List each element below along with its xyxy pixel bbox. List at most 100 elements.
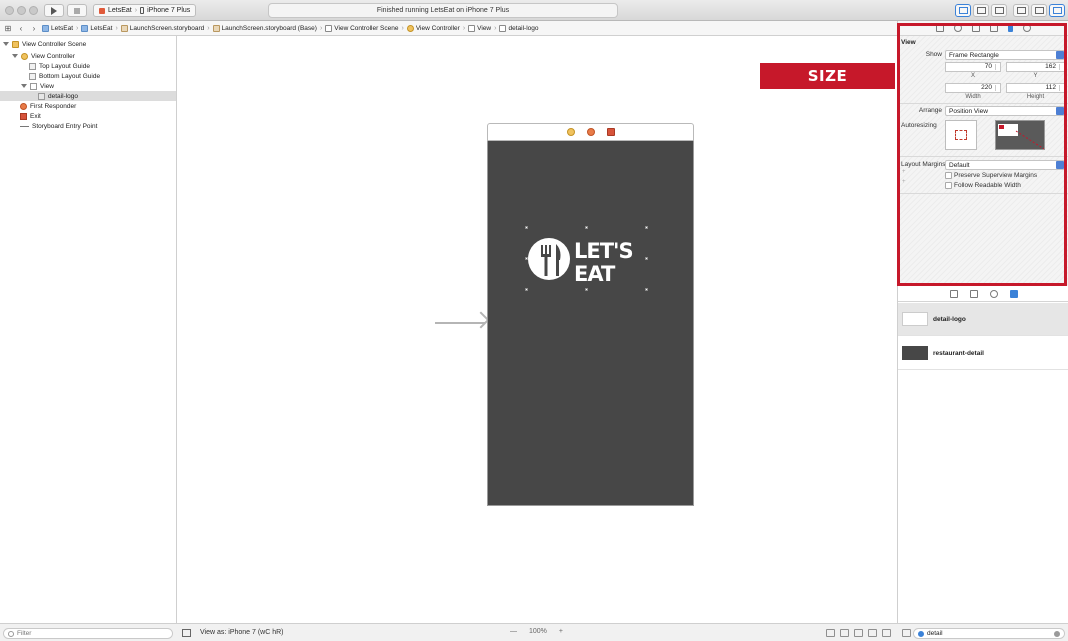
library-filter-input[interactable]	[927, 630, 1051, 637]
toggle-utilities-button[interactable]	[1049, 4, 1065, 17]
related-items-icon[interactable]: ⊞	[3, 24, 13, 33]
stepper-icon[interactable]	[995, 64, 999, 70]
update-frames-icon[interactable]	[826, 629, 835, 637]
clear-icon[interactable]	[1054, 630, 1060, 637]
show-select[interactable]: Frame Rectangle	[945, 50, 1065, 60]
crumb-detail-logo[interactable]: detail-logo	[499, 24, 538, 32]
outline-item-view[interactable]: View	[21, 81, 54, 91]
resize-handle[interactable]	[525, 257, 528, 260]
stack-icon[interactable]	[840, 629, 849, 637]
pin-icon[interactable]	[868, 629, 877, 637]
outline-label: Bottom Layout Guide	[39, 72, 101, 80]
connections-inspector-icon[interactable]	[1023, 24, 1031, 32]
resize-handle[interactable]	[645, 288, 648, 291]
resize-handle[interactable]	[585, 288, 588, 291]
file-template-icon[interactable]	[949, 289, 958, 298]
resize-handle[interactable]	[525, 226, 528, 229]
outline-item-exit[interactable]: Exit	[20, 111, 41, 121]
size-inspector-icon[interactable]	[1008, 24, 1013, 32]
library-filter-field[interactable]	[913, 628, 1065, 639]
crumb-view[interactable]: View	[468, 24, 491, 32]
resize-handle[interactable]	[525, 288, 528, 291]
media-library-icon[interactable]	[1009, 289, 1018, 298]
object-library-icon[interactable]	[989, 289, 998, 298]
back-icon[interactable]: ‹	[16, 24, 26, 33]
crumb-storyboard[interactable]: LaunchScreen.storyboard	[120, 24, 204, 32]
zoom-in-button[interactable]: +	[559, 628, 563, 635]
minimize-window-icon[interactable]	[17, 6, 26, 15]
disclosure-triangle-icon[interactable]	[3, 42, 9, 46]
crumb-group[interactable]: LetsEat	[81, 24, 113, 32]
storyboard-canvas[interactable]: LET'S EAT	[177, 36, 897, 623]
x-field[interactable]: 70	[945, 62, 1001, 72]
attributes-inspector-icon[interactable]	[990, 24, 998, 32]
stepper-icon[interactable]	[1059, 85, 1063, 91]
library-item-restaurant-detail[interactable]: restaurant-detail	[898, 337, 1068, 370]
exit-icon[interactable]	[606, 128, 615, 136]
autoresizing-springs[interactable]	[955, 130, 967, 140]
disclosure-triangle-icon[interactable]	[12, 54, 18, 58]
forward-icon[interactable]: ›	[29, 24, 39, 33]
resize-handle[interactable]	[645, 257, 648, 260]
toggle-debug-button[interactable]	[1031, 4, 1047, 17]
crumb-view-controller[interactable]: View Controller	[406, 24, 460, 32]
close-window-icon[interactable]	[5, 6, 14, 15]
code-snippet-icon[interactable]	[969, 289, 978, 298]
autoresizing-preview-graphic	[996, 121, 1044, 149]
resolve-issues-icon[interactable]	[882, 629, 891, 637]
outline-item-detail-logo[interactable]: detail-logo	[0, 91, 176, 101]
zoom-out-button[interactable]: —	[510, 628, 517, 635]
align-icon[interactable]	[854, 629, 863, 637]
toggle-navigator-button[interactable]	[1013, 4, 1029, 17]
outline-item-top-layout-guide[interactable]: Top Layout Guide	[29, 61, 90, 71]
follow-readable-checkbox[interactable]	[945, 182, 952, 189]
outline-item-bottom-layout-guide[interactable]: Bottom Layout Guide	[29, 71, 100, 81]
library-item-detail-logo[interactable]: detail-logo	[898, 303, 1068, 336]
assistant-editor-button[interactable]	[973, 4, 989, 17]
view-as-label[interactable]: View as: iPhone 7 (wC hR)	[200, 629, 284, 636]
quick-help-icon[interactable]	[954, 24, 962, 32]
version-editor-button[interactable]	[991, 4, 1007, 17]
play-icon	[51, 6, 57, 15]
resize-handle[interactable]	[645, 226, 648, 229]
zoom-window-icon[interactable]	[29, 6, 38, 15]
view-controller-icon[interactable]	[566, 128, 575, 136]
outline-item-entry-point[interactable]: Storyboard Entry Point	[20, 121, 97, 131]
resize-handle[interactable]	[585, 226, 588, 229]
crumb-project[interactable]: LetsEat	[42, 24, 73, 32]
outline-item-scene[interactable]: View Controller Scene	[3, 39, 86, 49]
library-item-label: restaurant-detail	[933, 349, 984, 357]
file-inspector-icon[interactable]	[936, 24, 944, 32]
identity-inspector-icon[interactable]	[972, 24, 980, 32]
scheme-selector[interactable]: LetsEat › iPhone 7 Plus	[93, 4, 197, 17]
arrange-select[interactable]: Position View	[945, 106, 1065, 116]
zoom-level[interactable]: 100%	[529, 628, 547, 635]
crumb-label: LetsEat	[90, 24, 113, 32]
outline-filter-input[interactable]	[17, 630, 168, 637]
standard-editor-button[interactable]	[955, 4, 971, 17]
outline-item-first-responder[interactable]: First Responder	[20, 101, 76, 111]
autoresizing-mask-control[interactable]	[945, 120, 977, 150]
detail-logo-image-view[interactable]: LET'S EAT	[527, 228, 648, 290]
toggle-outline-icon[interactable]	[182, 629, 191, 637]
grid-view-icon[interactable]	[902, 629, 911, 637]
plus-icon[interactable]: +	[902, 179, 906, 185]
crumb-scene[interactable]: View Controller Scene	[325, 24, 399, 32]
height-value: 112	[1045, 84, 1056, 91]
stepper-icon[interactable]	[1059, 64, 1063, 70]
y-field[interactable]: 162	[1006, 62, 1065, 72]
stop-button[interactable]	[67, 4, 87, 17]
scene-root-view[interactable]: LET'S EAT	[487, 141, 694, 506]
outline-filter-field[interactable]	[3, 628, 173, 639]
height-field[interactable]: 112	[1006, 83, 1065, 93]
run-button[interactable]	[44, 4, 64, 17]
crumb-storyboard-base[interactable]: LaunchScreen.storyboard (Base)	[212, 24, 317, 32]
first-responder-icon[interactable]	[586, 128, 595, 136]
plus-icon[interactable]: +	[902, 169, 906, 175]
width-field[interactable]: 220	[945, 83, 1001, 93]
layout-margins-select[interactable]: Default	[945, 160, 1065, 170]
outline-item-view-controller[interactable]: View Controller	[12, 51, 75, 61]
disclosure-triangle-icon[interactable]	[21, 84, 27, 88]
stepper-icon[interactable]	[995, 85, 999, 91]
preserve-margins-checkbox[interactable]	[945, 172, 952, 179]
